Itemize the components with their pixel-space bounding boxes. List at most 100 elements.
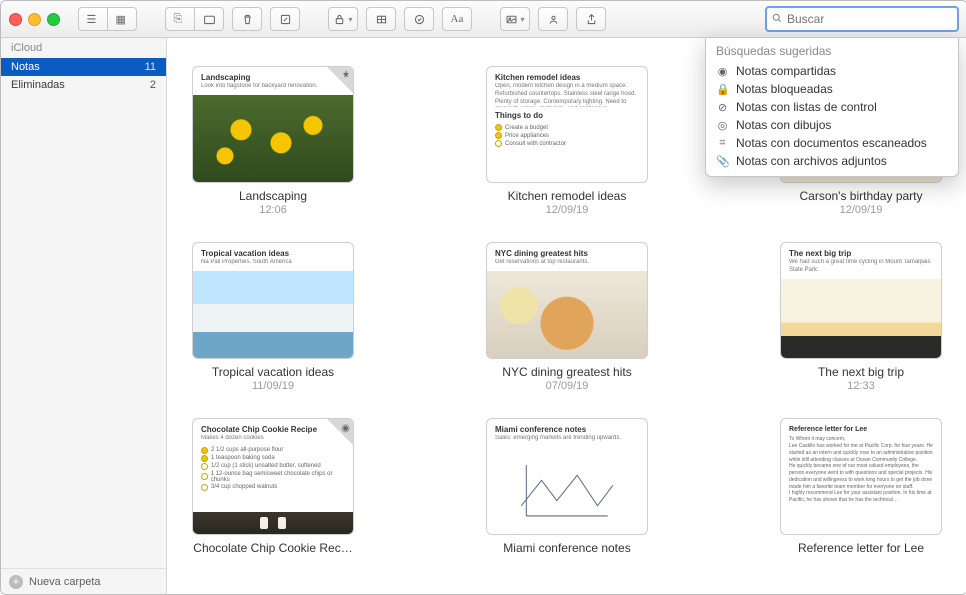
note-title: The next big trip — [818, 365, 904, 379]
suggestions-heading: Búsquedas sugeridas — [706, 42, 958, 62]
note-date: 12/09/19 — [546, 204, 589, 216]
note-card[interactable]: Tropical vacation ideas Na Pali Properti… — [193, 242, 353, 392]
search-input[interactable] — [787, 12, 957, 26]
plus-icon: + — [9, 575, 23, 589]
sidebar-item-notes[interactable]: Notas 11 — [1, 58, 166, 76]
note-thumbnail: NYC dining greatest hits Get reservation… — [486, 242, 648, 359]
thumb-text: Reference letter for Lee To Whom it may … — [781, 419, 941, 510]
thumb-image — [193, 95, 353, 182]
note-card[interactable]: Kitchen remodel ideas Open, modern kitch… — [487, 66, 647, 216]
suggestion-checklists[interactable]: ⊘Notas con listas de control — [706, 98, 958, 116]
note-thumbnail: Kitchen remodel ideas Open, modern kitch… — [486, 66, 648, 183]
drawing-icon: ◎ — [716, 119, 729, 132]
thumb-title: NYC dining greatest hits — [495, 249, 639, 258]
thumb-checklist: Create a budget Price appliances Consult… — [487, 120, 647, 152]
thumb-subtitle: We had such a great time cycling in Moun… — [789, 259, 933, 275]
note-thumbnail: Landscaping Look into flagstone for back… — [192, 66, 354, 183]
note-thumbnail: The next big trip We had such a great ti… — [780, 242, 942, 359]
pinned-icon — [327, 67, 353, 93]
thumb-title: Chocolate Chip Cookie Recipe — [201, 425, 345, 434]
suggestion-shared[interactable]: ◉Notas compartidas — [706, 62, 958, 80]
notes-window: ☰ ▦ ⎘ ▾ Aa ▾ — [0, 0, 966, 595]
sidebar: iCloud Notas 11 Eliminadas 2 + Nueva car… — [1, 38, 167, 595]
search-box[interactable] — [765, 6, 959, 32]
shared-icon: ◉ — [716, 65, 729, 78]
thumb-title: Tropical vacation ideas — [201, 249, 345, 258]
checklist-button[interactable] — [404, 7, 434, 31]
suggestion-locked[interactable]: 🔒Notas bloqueadas — [706, 80, 958, 98]
sidebar-item-label: Eliminadas — [11, 79, 65, 91]
media-button[interactable]: ▾ — [500, 7, 530, 31]
note-title: Reference letter for Lee — [798, 541, 924, 555]
delete-button[interactable] — [232, 7, 262, 31]
sidebar-item-label: Notas — [11, 61, 40, 73]
note-card[interactable]: Miami conference notes Sales: emerging m… — [487, 418, 647, 555]
attach-button[interactable]: ⎘ — [165, 7, 195, 31]
thumb-checklist: 2 1/2 cups all-purpose flour 1 teaspoon … — [193, 443, 353, 496]
thumb-title: Landscaping — [201, 73, 345, 82]
note-title: Carson's birthday party — [799, 189, 922, 203]
lock-button[interactable]: ▾ — [328, 7, 358, 31]
thumb-title: Kitchen remodel ideas — [495, 73, 639, 82]
new-note-button[interactable] — [270, 7, 300, 31]
sidebar-item-count: 11 — [145, 61, 156, 73]
zoom-window[interactable] — [47, 13, 60, 26]
note-title: Miami conference notes — [503, 541, 630, 555]
note-thumbnail: Tropical vacation ideas Na Pali Properti… — [192, 242, 354, 359]
close-window[interactable] — [9, 13, 22, 26]
thumb-subtitle: Open, modern kitchen design in a medium … — [495, 83, 639, 107]
lock-icon: 🔒 — [716, 83, 729, 96]
search-suggestions: Búsquedas sugeridas ◉Notas compartidas 🔒… — [705, 37, 959, 177]
suggestion-scanned[interactable]: ⌗Notas con documentos escaneados — [706, 134, 958, 152]
shared-icon: ◉ — [327, 419, 353, 445]
note-card[interactable]: NYC dining greatest hits Get reservation… — [487, 242, 647, 392]
note-card[interactable]: Landscaping Look into flagstone for back… — [193, 66, 353, 216]
collaborate-button[interactable] — [538, 7, 568, 31]
format-button[interactable]: Aa — [442, 7, 472, 31]
suggestion-attachments[interactable]: 📎Notas con archivos adjuntos — [706, 152, 958, 170]
note-thumbnail: Miami conference notes Sales: emerging m… — [486, 418, 648, 535]
thumb-section: Things to do — [495, 111, 639, 120]
thumb-subtitle: Na Pali Properties, South America — [201, 259, 345, 267]
note-thumbnail: Reference letter for Lee To Whom it may … — [780, 418, 942, 535]
scan-icon: ⌗ — [716, 137, 729, 150]
note-card[interactable]: ◉ Chocolate Chip Cookie Recipe Makes 4 d… — [193, 418, 353, 555]
folder-button[interactable] — [195, 7, 224, 31]
attachment-icon: 📎 — [716, 155, 729, 168]
sidebar-account: iCloud — [1, 38, 166, 58]
note-title: Tropical vacation ideas — [212, 365, 334, 379]
thumb-subtitle: Makes 4 dozen cookies — [201, 435, 345, 443]
note-card[interactable]: The next big trip We had such a great ti… — [781, 242, 941, 392]
note-thumbnail: ◉ Chocolate Chip Cookie Recipe Makes 4 d… — [192, 418, 354, 535]
thumb-image — [781, 279, 941, 358]
new-folder-button[interactable]: + Nueva carpeta — [1, 568, 166, 595]
search-icon — [771, 12, 783, 27]
note-date: 12/09/19 — [840, 204, 883, 216]
note-title: NYC dining greatest hits — [502, 365, 631, 379]
note-date: 12:33 — [847, 380, 875, 392]
note-card[interactable]: Reference letter for Lee To Whom it may … — [781, 418, 941, 555]
note-title: Kitchen remodel ideas — [508, 189, 627, 203]
note-title: Landscaping — [239, 189, 307, 203]
view-list-button[interactable]: ☰ — [78, 7, 108, 31]
thumb-subtitle: Sales: emerging markets are trending upw… — [495, 435, 639, 443]
new-folder-label: Nueva carpeta — [29, 576, 101, 588]
titlebar: ☰ ▦ ⎘ ▾ Aa ▾ — [1, 1, 966, 38]
note-title: Chocolate Chip Cookie Rec… — [193, 541, 352, 555]
note-date: 11/09/19 — [252, 380, 294, 392]
table-button[interactable] — [366, 7, 396, 31]
view-grid-button[interactable]: ▦ — [108, 7, 137, 31]
note-date: 07/09/19 — [546, 380, 589, 392]
thumb-subtitle: Get reservations at top restaurants. — [495, 259, 639, 267]
window-controls — [9, 13, 60, 26]
sidebar-item-count: 2 — [150, 79, 156, 91]
share-button[interactable] — [576, 7, 606, 31]
suggestion-drawings[interactable]: ◎Notas con dibujos — [706, 116, 958, 134]
minimize-window[interactable] — [28, 13, 41, 26]
thumb-title: The next big trip — [789, 249, 933, 258]
thumb-image — [487, 447, 647, 534]
thumb-subtitle: Look into flagstone for backyard renovat… — [201, 83, 345, 91]
sidebar-item-deleted[interactable]: Eliminadas 2 — [1, 76, 166, 94]
thumb-image — [193, 271, 353, 358]
note-date: 12:06 — [259, 204, 287, 216]
